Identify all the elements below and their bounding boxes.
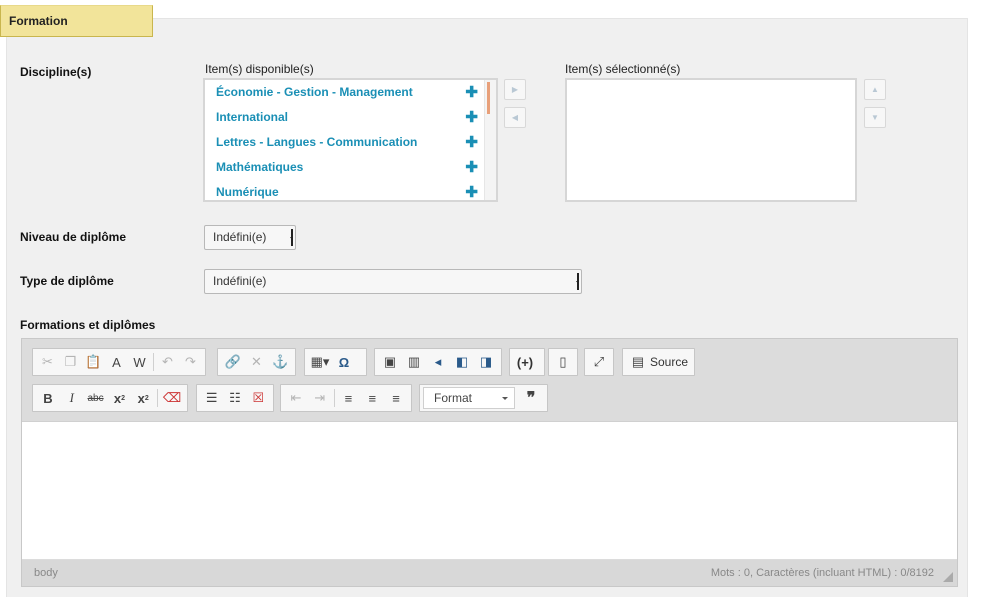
remove-list-icon[interactable]: ☒	[247, 387, 270, 409]
available-items-label: Item(s) disponible(s)	[205, 62, 314, 76]
type-select[interactable]: Indéfini(e)	[204, 269, 582, 294]
niveau-select[interactable]: Indéfini(e)	[204, 225, 296, 250]
bold-icon[interactable]: B	[36, 387, 60, 409]
object-icon[interactable]: ◨	[474, 351, 498, 373]
style-toolbar: Format ❞	[419, 384, 548, 412]
clipboard-toolbar: ✂ ❐ 📋 A W ↶ ↷	[32, 348, 206, 376]
list-item[interactable]: Économie - Gestion - Management ✚	[205, 80, 496, 105]
italic-icon[interactable]: I	[60, 387, 84, 409]
formation-panel: Discipline(s) Item(s) disponible(s) Item…	[6, 18, 968, 597]
undo-icon[interactable]: ↶	[156, 351, 179, 373]
editor-label: Formations et diplômes	[20, 318, 156, 332]
anchor-icon[interactable]: ⚓	[268, 351, 292, 373]
format-select[interactable]: Format	[423, 387, 515, 409]
list-item[interactable]: Lettres - Langues - Communication ✚	[205, 130, 496, 155]
redo-icon[interactable]: ↷	[179, 351, 202, 373]
move-down-button[interactable]: ▼	[864, 107, 886, 128]
remove-format-icon[interactable]: ⌫	[160, 387, 184, 409]
selected-items-label: Item(s) sélectionné(s)	[565, 62, 681, 76]
available-items-list[interactable]: Économie - Gestion - Management ✚ Intern…	[203, 78, 498, 202]
superscript-icon[interactable]: x2	[131, 387, 155, 409]
list-item[interactable]: Mathématiques ✚	[205, 155, 496, 180]
element-path[interactable]: body	[34, 560, 58, 586]
template-icon[interactable]: ▯	[552, 351, 574, 373]
remove-item-button[interactable]: ◀	[504, 107, 526, 128]
indent-icon[interactable]: ⇥	[308, 387, 332, 409]
insert-toolbar: ▦▾ Ω	[304, 348, 367, 376]
source-toolbar: ▤ Source	[622, 348, 695, 376]
paste-word-icon[interactable]: W	[128, 351, 151, 373]
align-toolbar: ⇤ ⇥ ≡ ≡ ≡	[280, 384, 412, 412]
blockquote-icon[interactable]: ❞	[519, 387, 543, 409]
rich-text-editor[interactable]: ✂ ❐ 📋 A W ↶ ↷ 🔗 ✕ ⚓ ▦▾ Ω ▣ ▥ ◂ ◧ ◨ (+) ▯…	[21, 338, 958, 587]
media-toolbar: ▣ ▥ ◂ ◧ ◨	[374, 348, 502, 376]
plus-icon[interactable]: ✚	[465, 105, 478, 130]
image-icon[interactable]: ▣	[378, 351, 402, 373]
add-item-button[interactable]: ▶	[504, 79, 526, 100]
paste-icon[interactable]: 📋	[82, 351, 105, 373]
align-left-icon[interactable]: ≡	[337, 387, 361, 409]
plus-icon[interactable]: ✚	[465, 155, 478, 180]
chevron-down-icon	[502, 397, 508, 400]
editor-statusbar: body Mots : 0, Caractères (incluant HTML…	[22, 560, 957, 586]
video-icon[interactable]: ▥	[402, 351, 426, 373]
format-toolbar: B I abc x2 x2 ⌫	[32, 384, 188, 412]
plus-icon[interactable]: ✚	[465, 80, 478, 105]
outdent-icon[interactable]: ⇤	[284, 387, 308, 409]
selected-items-list[interactable]	[565, 78, 857, 202]
placeholder-icon[interactable]: (+)	[513, 351, 537, 373]
flash-icon[interactable]: ◧	[450, 351, 474, 373]
maximize-icon[interactable]: ⤢	[588, 351, 610, 373]
resize-grip-icon[interactable]	[943, 572, 953, 582]
unlink-icon[interactable]: ✕	[245, 351, 269, 373]
word-counter: Mots : 0, Caractères (incluant HTML) : 0…	[710, 567, 934, 579]
bulleted-list-icon[interactable]: ☷	[223, 387, 246, 409]
plus-icon[interactable]: ✚	[465, 180, 478, 205]
move-up-button[interactable]: ▲	[864, 79, 886, 100]
template-toolbar: ▯	[548, 348, 578, 376]
section-tab-formation: Formation	[0, 5, 153, 37]
numbered-list-icon[interactable]: ☰	[200, 387, 223, 409]
strikethrough-icon[interactable]: abc	[84, 387, 108, 409]
editor-content-area[interactable]	[22, 421, 957, 559]
source-icon[interactable]: ▤	[626, 351, 650, 373]
special-char-icon[interactable]: Ω	[332, 351, 356, 373]
list-toolbar: ☰ ☷ ☒	[196, 384, 274, 412]
subscript-icon[interactable]: x2	[107, 387, 131, 409]
source-button[interactable]: Source	[650, 355, 688, 369]
niveau-label: Niveau de diplôme	[20, 230, 127, 244]
list-scrollbar[interactable]	[484, 80, 496, 200]
discipline-label: Discipline(s)	[20, 65, 92, 79]
table-icon[interactable]: ▦▾	[308, 351, 332, 373]
plus-icon[interactable]: ✚	[465, 130, 478, 155]
copy-icon[interactable]: ❐	[59, 351, 82, 373]
type-label: Type de diplôme	[20, 274, 114, 288]
link-toolbar: 🔗 ✕ ⚓	[217, 348, 296, 376]
audio-icon[interactable]: ◂	[426, 351, 450, 373]
scroll-thumb[interactable]	[487, 82, 490, 114]
paste-text-icon[interactable]: A	[105, 351, 128, 373]
placeholder-toolbar: (+)	[509, 348, 545, 376]
maximize-toolbar: ⤢	[584, 348, 614, 376]
align-center-icon[interactable]: ≡	[360, 387, 384, 409]
link-icon[interactable]: 🔗	[221, 351, 245, 373]
cut-icon[interactable]: ✂	[36, 351, 59, 373]
list-item[interactable]: Numérique ✚	[205, 180, 496, 205]
list-item[interactable]: International ✚	[205, 105, 496, 130]
dropdown-arrow-icon	[575, 273, 579, 290]
dropdown-arrow-icon	[289, 229, 293, 246]
align-right-icon[interactable]: ≡	[384, 387, 408, 409]
